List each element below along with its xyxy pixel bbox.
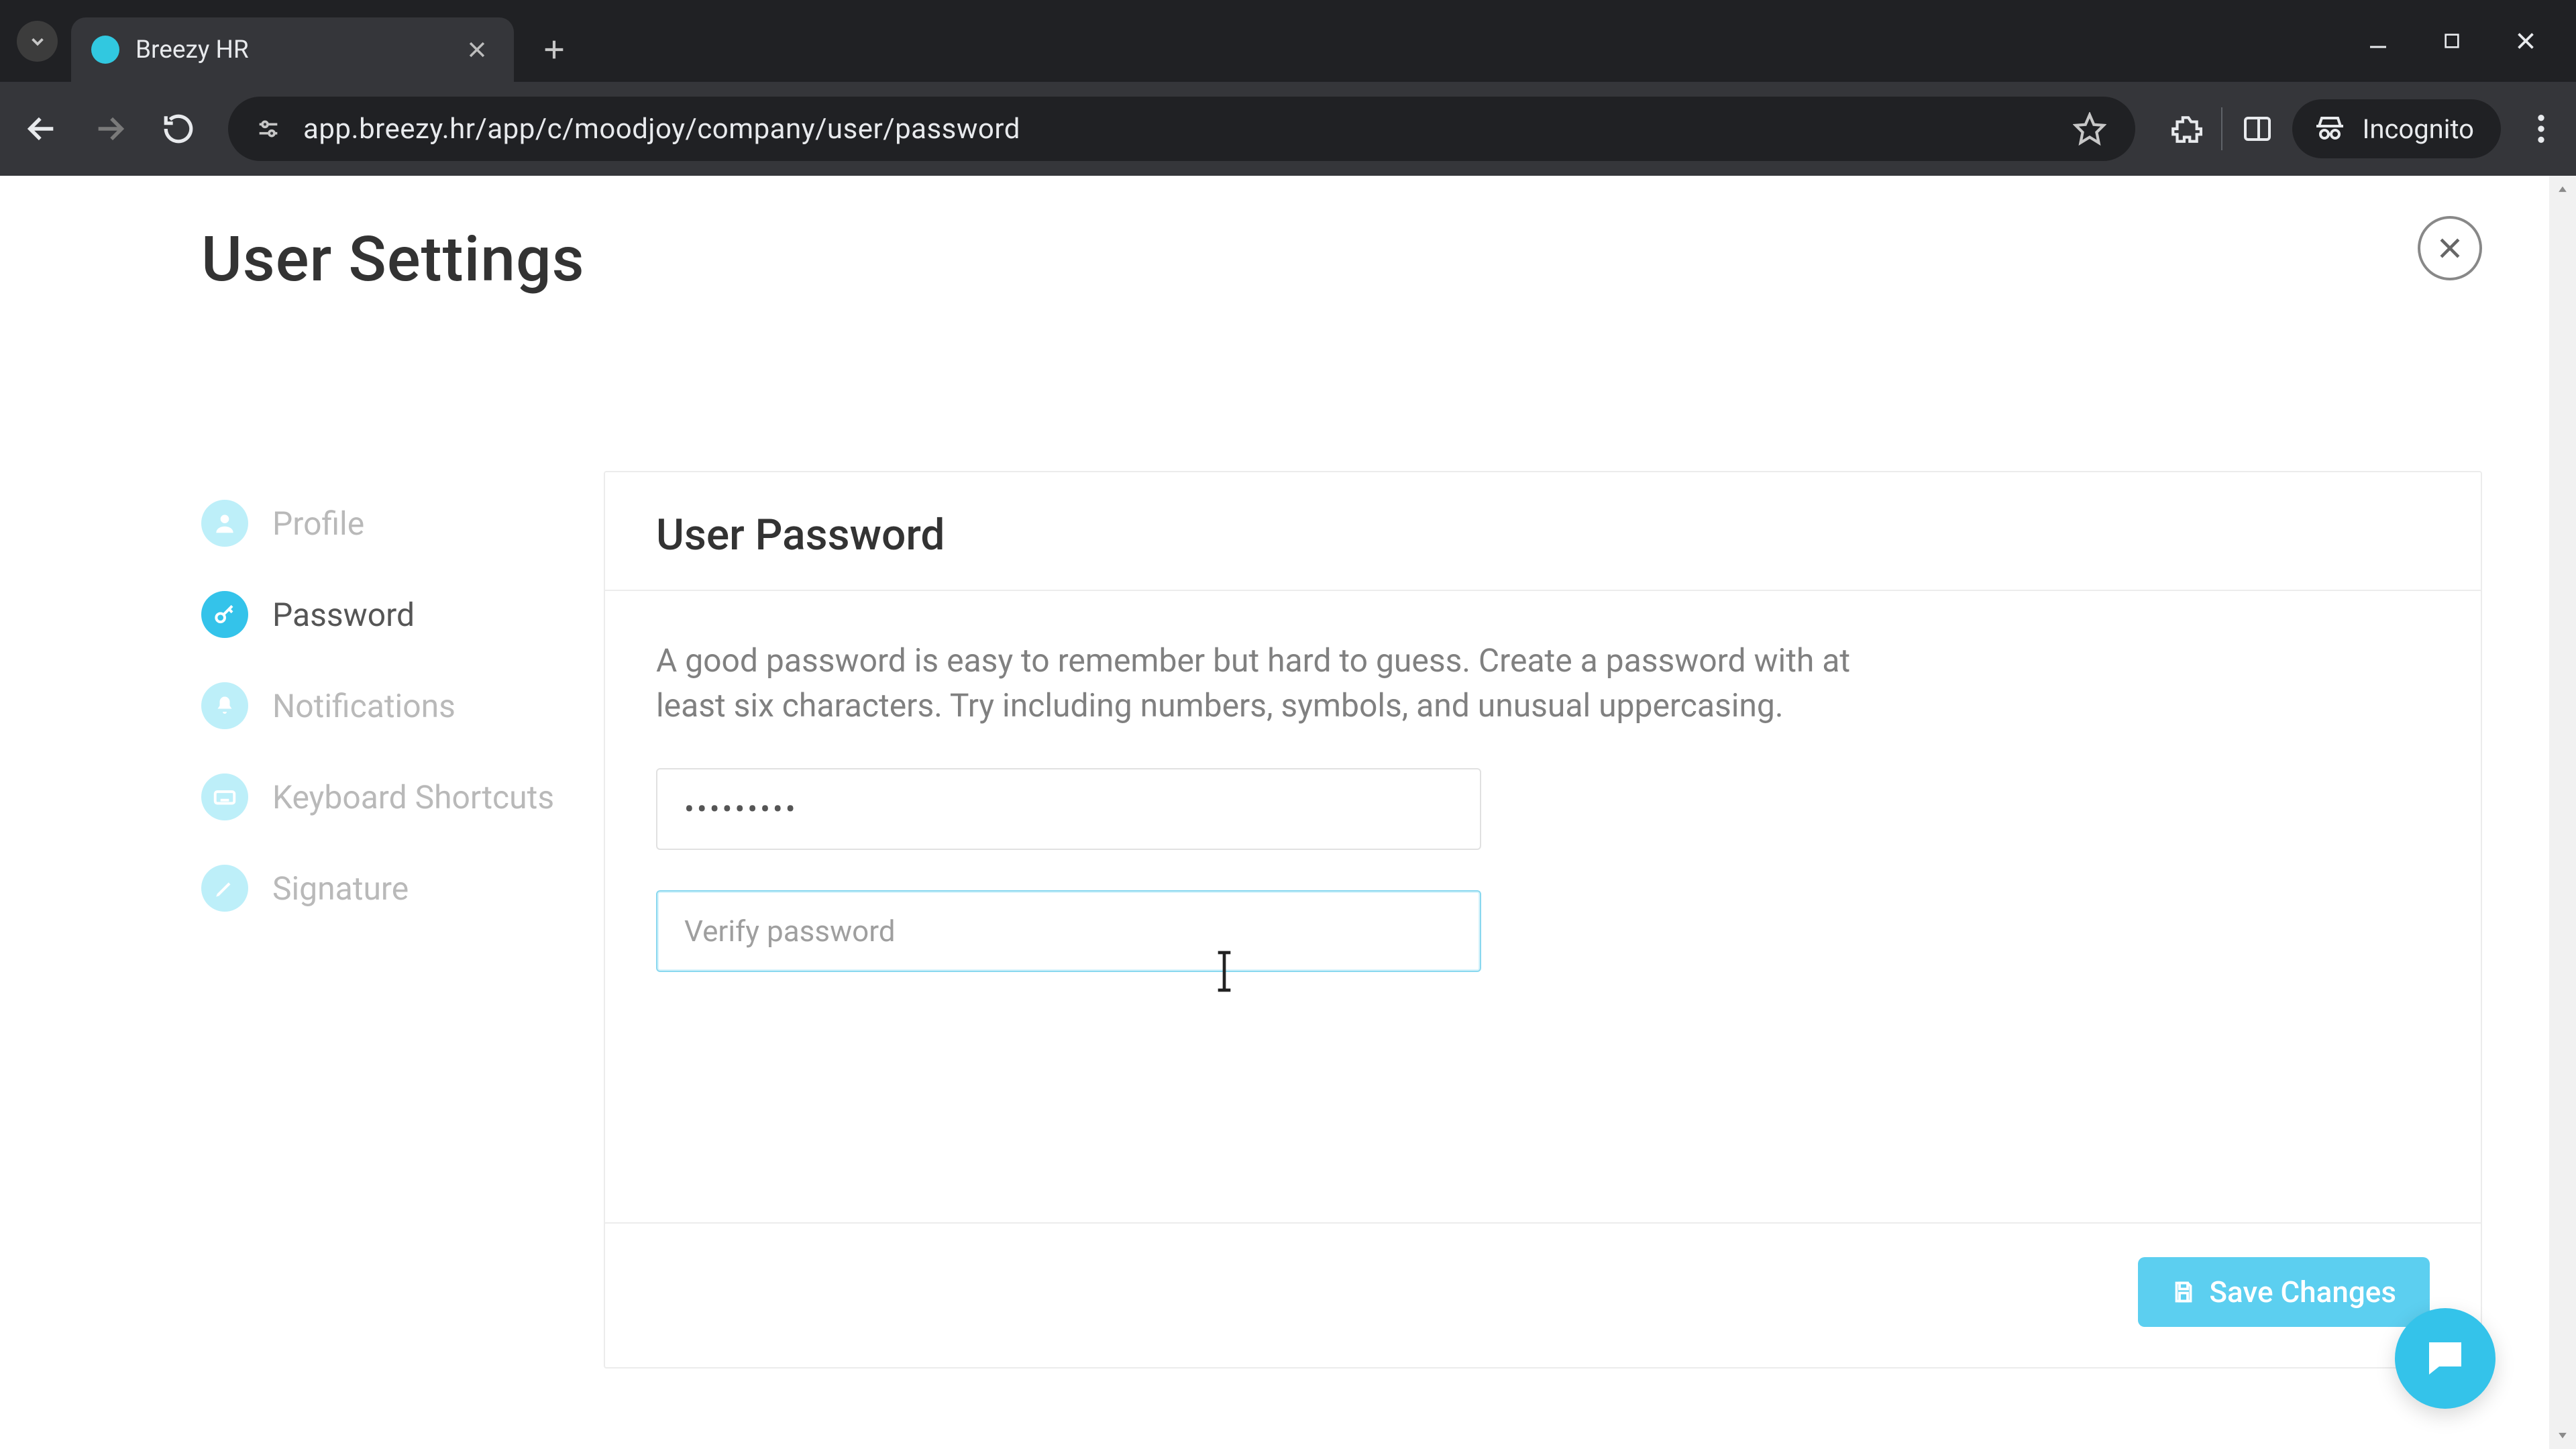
favicon-icon [91, 36, 119, 64]
incognito-icon [2314, 113, 2346, 145]
sidenav-item-notifications[interactable]: Notifications [201, 660, 604, 751]
person-icon [212, 511, 237, 536]
tab-search-button[interactable] [17, 21, 58, 62]
nav-back-button[interactable] [13, 101, 70, 157]
toolbar-right-cluster: Incognito [2169, 99, 2563, 158]
side-panel-button[interactable] [2241, 113, 2273, 145]
save-changes-button[interactable]: Save Changes [2138, 1257, 2430, 1327]
puzzle-icon [2169, 112, 2202, 146]
verify-password-input[interactable] [656, 890, 1481, 972]
page-scrollbar[interactable] [2549, 176, 2576, 1449]
save-button-label: Save Changes [2209, 1275, 2396, 1309]
browser-toolbar: app.breezy.hr/app/c/moodjoy/company/user… [0, 82, 2576, 176]
url-text[interactable]: app.breezy.hr/app/c/moodjoy/company/user… [303, 113, 2068, 146]
reload-icon [162, 112, 195, 146]
minimize-icon [2366, 29, 2390, 53]
new-tab-button[interactable] [534, 30, 574, 70]
sidenav-item-password[interactable]: Password [201, 569, 604, 660]
star-icon [2073, 112, 2106, 146]
sidenav-item-label: Notifications [272, 687, 455, 725]
settings-content: Profile Password Notifications Keyboard … [201, 471, 2482, 1368]
plus-icon [541, 36, 568, 63]
url-actions [2068, 107, 2111, 150]
panel-icon [2241, 113, 2273, 145]
arrow-right-icon [93, 111, 127, 146]
window-maximize-button[interactable] [2415, 14, 2489, 68]
tab-strip: Breezy HR [0, 0, 2576, 82]
settings-panel: User Password A good password is easy to… [604, 471, 2482, 1368]
bell-icon [213, 694, 237, 718]
incognito-label: Incognito [2362, 113, 2474, 145]
sidenav-item-label: Profile [272, 504, 364, 543]
bookmark-button[interactable] [2068, 107, 2111, 150]
keyboard-icon [212, 784, 237, 810]
close-icon [2514, 29, 2538, 53]
chevron-down-icon [28, 32, 48, 52]
incognito-indicator[interactable]: Incognito [2292, 99, 2501, 158]
close-icon [2435, 233, 2465, 263]
tune-icon [255, 115, 282, 142]
key-icon [212, 602, 237, 627]
window-controls [2341, 0, 2576, 82]
pen-icon [213, 877, 236, 900]
address-bar[interactable]: app.breezy.hr/app/c/moodjoy/company/user… [228, 97, 2135, 161]
nav-forward-button[interactable] [82, 101, 138, 157]
panel-heading: User Password [656, 510, 2430, 560]
maximize-icon [2441, 30, 2463, 52]
password-guidance-text: A good password is easy to remember but … [656, 638, 1904, 728]
sidenav-item-keyboard-shortcuts[interactable]: Keyboard Shortcuts [201, 751, 604, 843]
caret-down-icon [2556, 1429, 2569, 1442]
chat-icon [2421, 1334, 2469, 1383]
window-close-button[interactable] [2489, 14, 2563, 68]
toolbar-divider [2221, 107, 2222, 150]
scroll-down-button[interactable] [2549, 1422, 2576, 1449]
sidenav-item-label: Signature [272, 869, 409, 908]
browser-menu-button[interactable] [2520, 107, 2563, 150]
extensions-button[interactable] [2169, 112, 2202, 146]
browser-chrome: Breezy HR [0, 0, 2576, 176]
window-minimize-button[interactable] [2341, 14, 2415, 68]
nav-reload-button[interactable] [150, 101, 207, 157]
close-settings-button[interactable] [2418, 216, 2482, 280]
panel-footer: Save Changes [605, 1222, 2481, 1367]
site-info-button[interactable] [252, 113, 284, 145]
scroll-up-button[interactable] [2549, 176, 2576, 203]
sidenav-item-signature[interactable]: Signature [201, 843, 604, 934]
close-icon [466, 38, 488, 61]
chat-launcher-button[interactable] [2395, 1308, 2496, 1409]
caret-up-icon [2556, 182, 2569, 196]
browser-tab[interactable]: Breezy HR [71, 17, 514, 82]
sidenav-item-profile[interactable]: Profile [201, 478, 604, 569]
sidenav-item-label: Password [272, 596, 415, 634]
panel-body: A good password is easy to remember but … [605, 591, 2481, 1019]
kebab-icon [2538, 115, 2544, 143]
tab-title: Breezy HR [136, 36, 460, 64]
sidenav-item-label: Keyboard Shortcuts [272, 778, 554, 816]
panel-header: User Password [605, 472, 2481, 591]
new-password-input[interactable] [656, 768, 1481, 850]
arrow-left-icon [24, 111, 59, 146]
tab-close-button[interactable] [460, 33, 494, 66]
page-viewport: User Settings Profile Password Notificat… [0, 176, 2576, 1449]
save-icon [2171, 1280, 2196, 1304]
page-title: User Settings [201, 223, 585, 296]
settings-sidenav: Profile Password Notifications Keyboard … [201, 471, 604, 1368]
